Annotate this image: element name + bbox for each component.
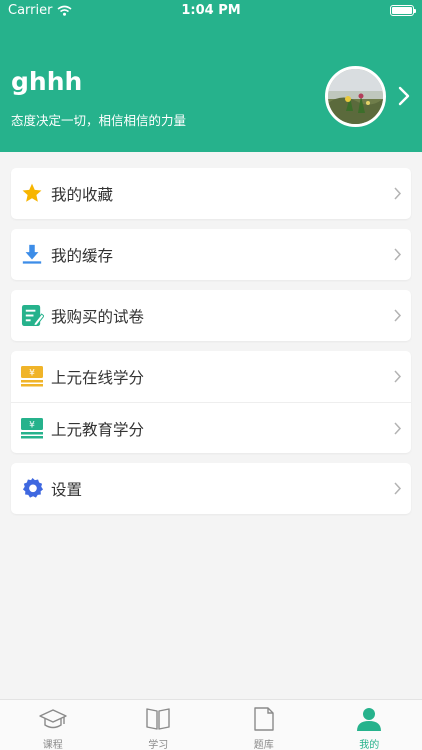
tab-study[interactable]: 学习 [106, 700, 212, 750]
tab-label: 课程 [42, 740, 63, 750]
username: ghhh [11, 67, 83, 96]
menu-item-shangyuan-online-credits[interactable]: ¥ 上元在线学分 [11, 351, 411, 402]
edit-document-icon [20, 303, 44, 327]
favorites-card: 我的收藏 [11, 168, 411, 219]
status-bar: Carrier 1:04 PM [0, 0, 422, 22]
chevron-right-icon [394, 482, 402, 495]
svg-text:¥: ¥ [29, 421, 35, 431]
menu-item-favorites[interactable]: 我的收藏 [11, 168, 411, 219]
clock: 1:04 PM [181, 3, 241, 18]
menu-item-label: 上元教育学分 [51, 421, 145, 439]
battery-icon [390, 5, 416, 16]
chevron-right-icon [394, 370, 402, 383]
menu-item-label: 设置 [51, 481, 83, 499]
tab-bar: 课程 学习 题库 我的 [0, 699, 422, 750]
open-book-icon [146, 708, 170, 730]
menu-item-shangyuan-education-credits[interactable]: ¥ 上元教育学分 [11, 402, 411, 453]
chevron-right-icon[interactable] [396, 86, 412, 106]
menu-item-purchased-papers[interactable]: 我购买的试卷 [11, 290, 411, 341]
document-icon [254, 707, 274, 731]
download-icon [20, 242, 44, 266]
gear-icon [20, 476, 44, 500]
menu-item-settings[interactable]: 设置 [11, 463, 411, 514]
chevron-right-icon [394, 422, 402, 435]
tab-courses[interactable]: 课程 [0, 700, 106, 750]
chevron-right-icon [394, 187, 402, 200]
settings-card: 设置 [11, 463, 411, 514]
menu-item-label: 我购买的试卷 [51, 308, 145, 326]
graduation-cap-icon [39, 709, 67, 729]
menu-item-cache[interactable]: 我的缓存 [11, 229, 411, 280]
menu-item-label: 上元在线学分 [51, 369, 145, 387]
chevron-right-icon [394, 248, 402, 261]
tab-question-bank[interactable]: 题库 [211, 700, 317, 750]
chevron-right-icon [394, 309, 402, 322]
menu-item-label: 我的收藏 [51, 186, 114, 204]
yellow-credit-icon: ¥ [20, 364, 44, 388]
tab-label: 学习 [148, 740, 169, 750]
user-motto: 态度决定一切，相信相信的力量 [11, 113, 187, 128]
tab-mine[interactable]: 我的 [317, 700, 422, 750]
papers-card: 我购买的试卷 [11, 290, 411, 341]
menu-item-label: 我的缓存 [51, 247, 114, 265]
profile-header: ghhh 态度决定一切，相信相信的力量 [0, 0, 422, 152]
tab-label: 题库 [253, 740, 274, 750]
star-icon [20, 181, 44, 205]
person-icon [357, 708, 382, 731]
credits-card: ¥ 上元在线学分 ¥ 上元教育学分 [11, 351, 411, 453]
avatar[interactable] [325, 66, 386, 127]
svg-text:¥: ¥ [29, 369, 35, 379]
cache-card: 我的缓存 [11, 229, 411, 280]
avatar-photo [328, 69, 383, 124]
tab-label: 我的 [359, 740, 380, 750]
green-credit-icon: ¥ [20, 416, 44, 440]
